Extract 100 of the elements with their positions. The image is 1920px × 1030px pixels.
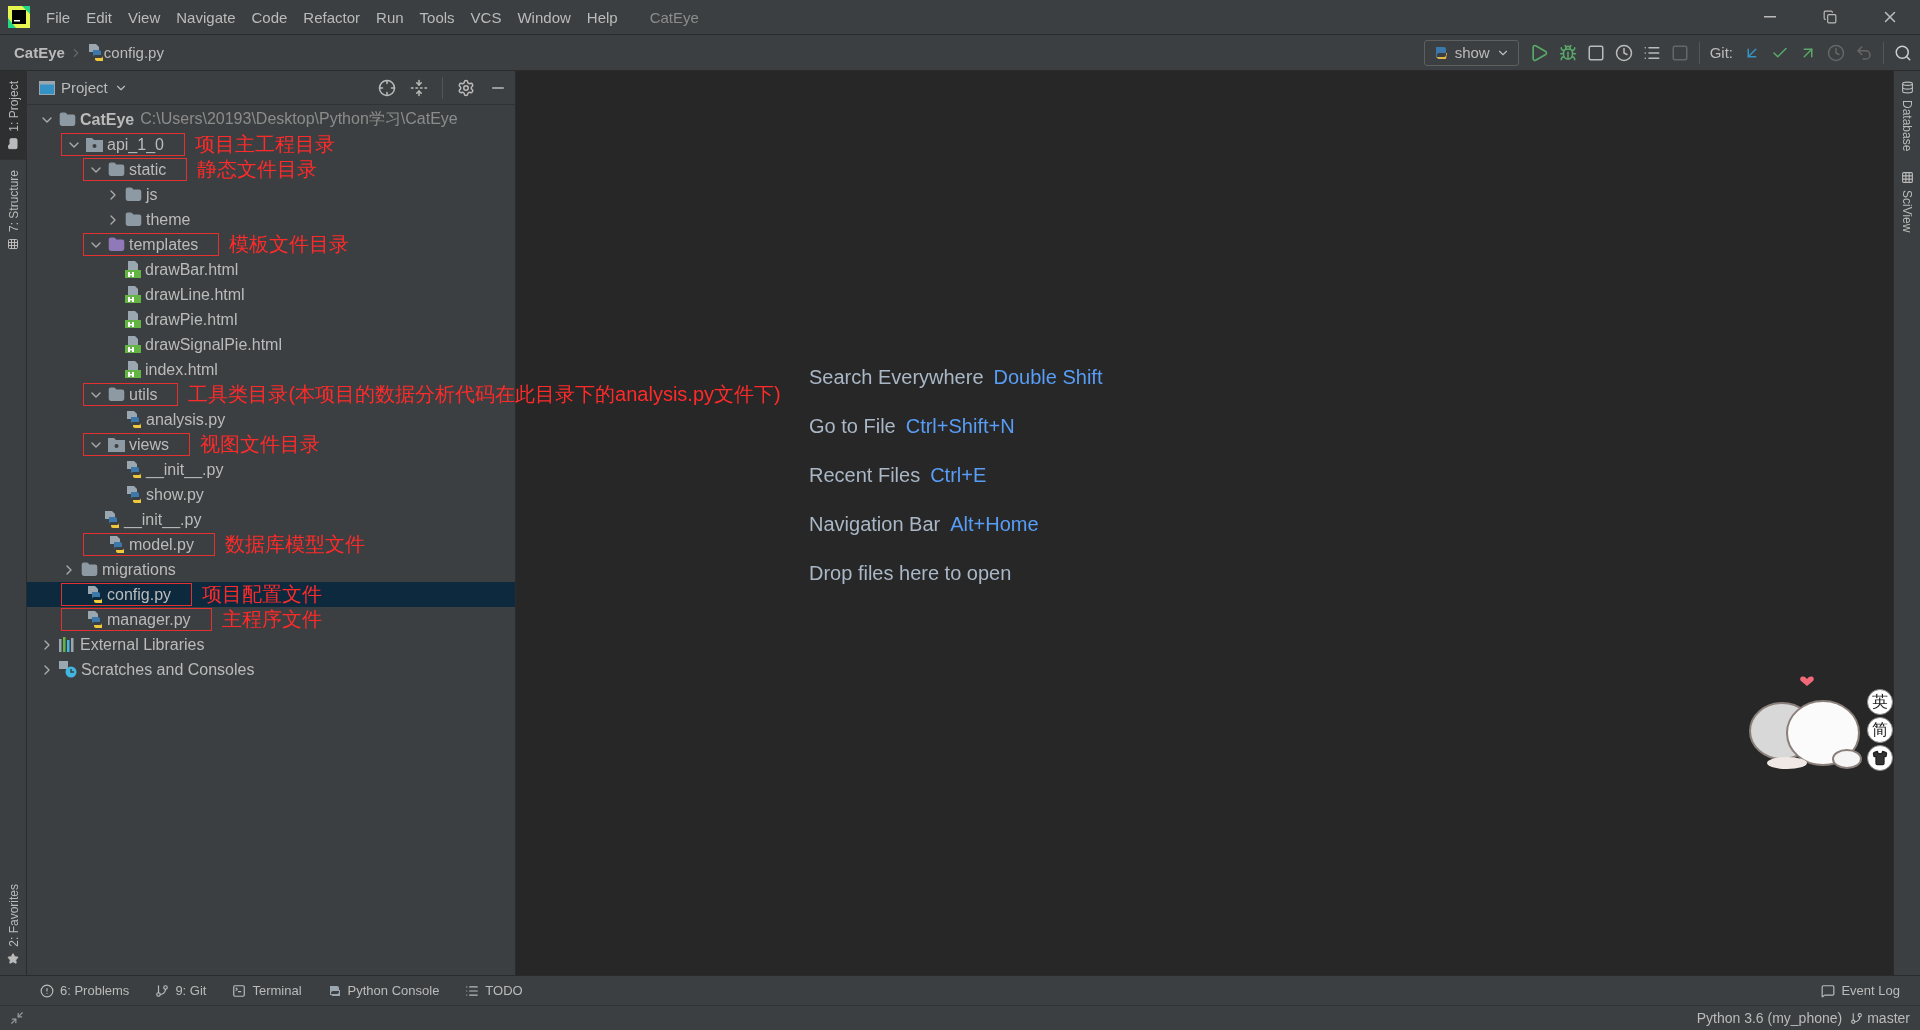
tree-item[interactable]: utils 工具类目录(本项目的数据分析代码在此目录下的analysis.py文件下) xyxy=(27,382,781,407)
shortcut-text: Alt+Home xyxy=(950,513,1039,535)
coverage-icon[interactable] xyxy=(1586,43,1605,62)
search-icon[interactable] xyxy=(1894,43,1912,62)
interpreter-status[interactable]: Python 3.6 (my_phone) xyxy=(1696,1010,1843,1026)
shirt-icon xyxy=(1872,750,1888,766)
restore-icon xyxy=(1823,10,1837,24)
tree-item[interactable]: __init__.py xyxy=(27,507,515,532)
menu-item[interactable]: Run xyxy=(368,8,412,26)
tree-item[interactable]: manager.py 主程序文件 xyxy=(27,607,515,632)
python-file-icon xyxy=(125,411,142,428)
annotation-note: 视图文件目录 xyxy=(200,432,320,457)
item-label: drawPie.html xyxy=(145,310,238,329)
menu-item[interactable]: Window xyxy=(509,8,579,26)
tool-window-tab[interactable]: Database xyxy=(1893,71,1920,162)
hint-text: Search Everywhere xyxy=(809,366,984,388)
tree-item[interactable]: CatEye C:\Users\20193\Desktop\Python学习\CatEye xyxy=(27,107,515,132)
python-file-icon xyxy=(125,486,142,503)
run-configuration-dropdown[interactable]: show xyxy=(1423,39,1519,66)
tree-item[interactable]: analysis.py xyxy=(27,407,515,432)
tool-window-button[interactable]: TODO xyxy=(465,983,523,998)
tree-item[interactable]: drawPie.html xyxy=(27,307,515,332)
menu-item[interactable]: Help xyxy=(578,8,626,26)
debug-icon[interactable] xyxy=(1558,43,1577,62)
app-logo-icon xyxy=(8,6,30,28)
settings-icon[interactable] xyxy=(457,78,475,97)
tree-item[interactable]: External Libraries xyxy=(27,632,515,657)
item-label: CatEye xyxy=(80,110,135,129)
tool-window-button[interactable]: Terminal xyxy=(232,983,302,998)
python-file-icon xyxy=(103,511,120,528)
python-file-icon xyxy=(108,536,125,553)
menu-item[interactable]: Refactor xyxy=(295,8,369,26)
tree-item[interactable]: Scratches and Consoles xyxy=(27,657,515,682)
menu-item[interactable]: Navigate xyxy=(168,8,244,26)
item-label: index.html xyxy=(145,360,218,379)
menu-item[interactable]: Edit xyxy=(78,8,121,26)
item-label: migrations xyxy=(102,560,176,579)
tool-window-tab[interactable]: 7: Structure xyxy=(0,159,27,260)
window-title: CatEye xyxy=(649,8,699,26)
tool-window-tab[interactable]: 2: Favorites xyxy=(0,874,27,975)
list-icon xyxy=(465,983,480,998)
terminal-icon xyxy=(232,983,247,998)
tree-item[interactable]: drawBar.html xyxy=(27,257,515,282)
hint-text: Navigation Bar xyxy=(809,513,941,535)
menu-item[interactable]: VCS xyxy=(462,8,510,26)
collapse-icon[interactable] xyxy=(410,78,428,97)
branch-icon xyxy=(155,983,170,998)
tree-item[interactable]: templates 模板文件目录 xyxy=(27,232,515,257)
project-view-dropdown[interactable]: Project xyxy=(39,79,128,96)
layout-toggle-icon[interactable] xyxy=(10,1011,24,1025)
branch-status[interactable]: master xyxy=(1867,1010,1910,1026)
annotation-note: 主程序文件 xyxy=(221,607,322,632)
tool-window-button[interactable]: Python Console xyxy=(327,983,440,998)
tree-item[interactable]: drawLine.html xyxy=(27,282,515,307)
breadcrumb-item[interactable]: config.py xyxy=(103,44,164,61)
tree-item[interactable]: model.py 数据库模型文件 xyxy=(27,532,515,557)
hint-text: Recent Files xyxy=(809,464,921,486)
event-log-button[interactable]: Event Log xyxy=(1821,983,1900,998)
tool-window-tab[interactable]: SciView xyxy=(1893,161,1920,243)
menu-item[interactable]: View xyxy=(120,8,169,26)
tool-window-button[interactable]: 9: Git xyxy=(155,983,207,998)
language-toggle[interactable]: 英 xyxy=(1867,689,1893,715)
annotation-note: 模板文件目录 xyxy=(229,232,350,257)
tree-item[interactable]: js xyxy=(27,182,515,207)
tree-item[interactable]: show.py xyxy=(27,482,515,507)
item-label: views xyxy=(129,435,169,454)
locate-icon[interactable] xyxy=(378,78,396,97)
tree-item[interactable]: migrations xyxy=(27,557,515,582)
item-label: show.py xyxy=(146,485,204,504)
python-file-icon xyxy=(86,44,104,61)
item-label: js xyxy=(146,185,158,204)
item-label: utils xyxy=(129,385,158,404)
item-label: config.py xyxy=(107,585,172,604)
language-toggle[interactable]: 简 xyxy=(1867,717,1893,743)
speech-bubble-icon xyxy=(1821,983,1836,998)
profile-icon[interactable] xyxy=(1614,43,1633,62)
skin-button[interactable] xyxy=(1867,745,1893,771)
menu-item[interactable]: File xyxy=(38,8,79,26)
star-icon xyxy=(7,953,19,965)
item-label: static xyxy=(129,160,167,179)
shortcut-text: Double Shift xyxy=(993,366,1103,388)
tree-item[interactable]: config.py 项目配置文件 xyxy=(27,582,515,607)
tool-window-button[interactable]: 6: Problems xyxy=(40,983,130,998)
minimize-icon xyxy=(1764,16,1776,18)
tree-item[interactable]: static 静态文件目录 xyxy=(27,157,515,182)
tree-item[interactable]: views 视图文件目录 xyxy=(27,432,515,457)
hint-text: Drop files here to open xyxy=(809,562,1012,584)
tree-item[interactable]: __init__.py xyxy=(27,457,515,482)
menu-item[interactable]: Code xyxy=(243,8,296,26)
shortcut-text: Ctrl+Shift+N xyxy=(905,415,1015,437)
tree-item[interactable]: theme xyxy=(27,207,515,232)
tool-window-tab[interactable]: 1: Project xyxy=(0,71,27,160)
tree-item[interactable]: drawSignalPie.html xyxy=(27,332,515,357)
item-label: theme xyxy=(146,210,191,229)
tree-item[interactable]: api_1_0 项目主工程目录 xyxy=(27,132,515,157)
breadcrumb-item[interactable]: CatEye xyxy=(14,44,65,61)
annotation-note: 项目主工程目录 xyxy=(194,132,335,157)
item-label: drawLine.html xyxy=(145,285,245,304)
menu-item[interactable]: Tools xyxy=(411,8,463,26)
tree-item[interactable]: index.html xyxy=(27,357,515,382)
